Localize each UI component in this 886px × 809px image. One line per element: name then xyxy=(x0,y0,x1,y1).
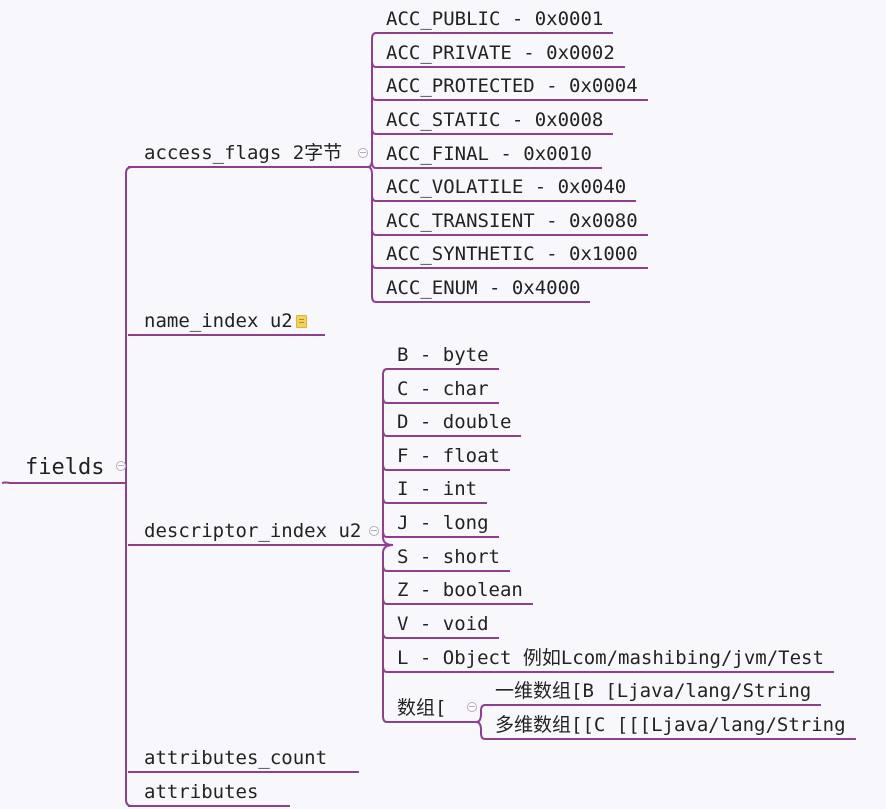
branch-attributes[interactable]: attributes xyxy=(144,781,258,803)
descriptor-type-item[interactable]: L - Object 例如Lcom/mashibing/jvm/Test xyxy=(397,647,824,669)
access-flag-item[interactable]: ACC_VOLATILE - 0x0040 xyxy=(386,176,626,198)
connector-line xyxy=(382,429,388,437)
descriptor-type-item[interactable]: V - void xyxy=(397,613,489,635)
collapse-icon[interactable] xyxy=(369,526,379,536)
branch-access-flags[interactable]: access_flags 2字节 xyxy=(144,142,342,164)
descriptor-type-item[interactable]: D - double xyxy=(397,411,511,433)
connector-line xyxy=(371,228,377,236)
connector-line xyxy=(371,161,377,169)
access-flag-item[interactable]: ACC_SYNTHETIC - 0x1000 xyxy=(386,243,638,265)
connector-line xyxy=(475,704,486,723)
connector-line xyxy=(382,530,388,538)
array-type-item[interactable]: 一维数组[B [Ljava/lang/String xyxy=(495,680,811,702)
descriptor-type-item[interactable]: B - byte xyxy=(397,344,489,366)
connector-line xyxy=(382,496,388,504)
connector-line xyxy=(1,481,126,484)
branch-name-index[interactable]: name_index u2 xyxy=(144,310,293,332)
connector-line xyxy=(371,93,377,101)
note-icon[interactable] xyxy=(296,315,307,328)
descriptor-type-item[interactable]: S - short xyxy=(397,546,500,568)
collapse-icon[interactable] xyxy=(116,461,126,471)
root-node-fields[interactable]: fields xyxy=(25,455,104,481)
array-type-item[interactable]: 多维数组[[C [[[Ljava/lang/String xyxy=(495,714,846,736)
connector-line xyxy=(382,463,388,471)
connector-line xyxy=(382,631,388,639)
connector-line xyxy=(371,60,377,68)
connector-line xyxy=(371,127,377,135)
access-flag-item[interactable]: ACC_FINAL - 0x0010 xyxy=(386,143,592,165)
connector-line xyxy=(382,368,394,546)
descriptor-type-item[interactable]: J - long xyxy=(397,512,489,534)
connector-line xyxy=(475,721,486,740)
connector-line xyxy=(382,396,388,404)
descriptor-type-item[interactable]: Z - boolean xyxy=(397,579,523,601)
access-flag-item[interactable]: ACC_ENUM - 0x4000 xyxy=(386,277,580,299)
access-flag-item[interactable]: ACC_PROTECTED - 0x0004 xyxy=(386,75,638,97)
connector-line xyxy=(371,261,377,269)
collapse-icon[interactable] xyxy=(358,148,368,158)
descriptor-type-item[interactable]: F - float xyxy=(397,445,500,467)
access-flag-item[interactable]: ACC_PUBLIC - 0x0001 xyxy=(386,8,603,30)
connector-line xyxy=(382,564,388,572)
branch-attributes-count[interactable]: attributes_count xyxy=(144,747,327,769)
connector-line xyxy=(382,597,388,605)
access-flag-item[interactable]: ACC_STATIC - 0x0008 xyxy=(386,109,603,131)
connector-line xyxy=(371,194,377,202)
descriptor-type-item[interactable]: I - int xyxy=(397,478,477,500)
collapse-icon[interactable] xyxy=(467,702,477,712)
access-flag-item[interactable]: ACC_TRANSIENT - 0x0080 xyxy=(386,210,638,232)
branch-descriptor-index[interactable]: descriptor_index u2 xyxy=(144,520,361,542)
connector-line xyxy=(382,665,388,673)
connector-line xyxy=(125,166,133,483)
connector-line xyxy=(125,483,133,807)
descriptor-type-item[interactable]: C - char xyxy=(397,378,489,400)
access-flag-item[interactable]: ACC_PRIVATE - 0x0002 xyxy=(386,42,615,64)
descriptor-array-node[interactable]: 数组[ xyxy=(397,697,446,719)
